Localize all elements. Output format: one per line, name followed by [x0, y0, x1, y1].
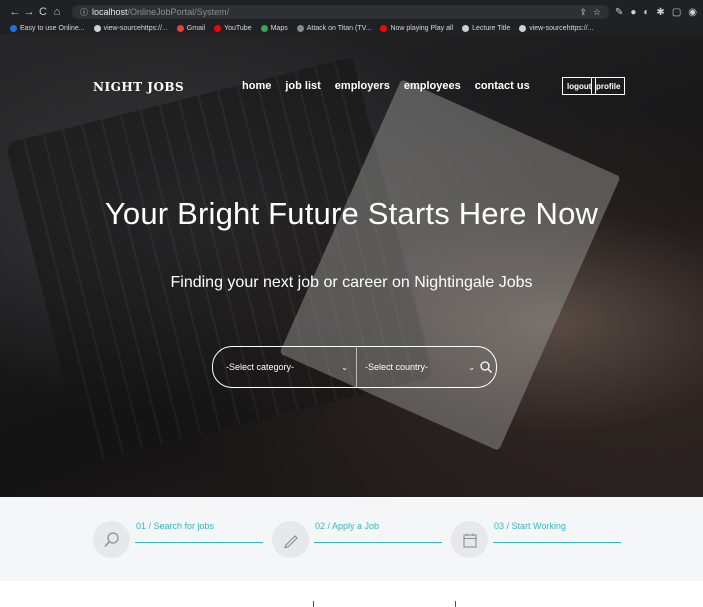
avatar[interactable]: ◉	[688, 7, 697, 18]
country-select[interactable]: -Select country- ⌄	[357, 347, 477, 387]
step-underline	[314, 542, 442, 543]
bookmark-label: view-sourcehttps://...	[103, 24, 168, 32]
share-icon[interactable]: ⇪	[579, 7, 587, 18]
bookmark-label: Attack on Titan (TV...	[306, 24, 372, 32]
nav-home[interactable]: home	[242, 80, 271, 92]
step-underline	[493, 542, 621, 543]
address-path: /OnlineJobPortal/System/	[127, 7, 230, 17]
bookmark-item[interactable]: view-sourcehttps://...	[519, 24, 594, 32]
address-host: localhost	[92, 7, 128, 17]
bookmark-favicon-icon	[93, 24, 101, 32]
bookmark-item[interactable]: Easy to use Online...	[10, 24, 85, 32]
info-icon[interactable]: ⓘ	[80, 7, 88, 18]
hero-overlay	[0, 35, 703, 497]
calendar-icon	[451, 521, 488, 558]
bookmark-item[interactable]: view-sourcehttps://...	[93, 24, 168, 32]
bookmark-label: Lecture Title	[472, 24, 511, 32]
bookmark-favicon-icon	[519, 24, 527, 32]
bookmark-label: Maps	[270, 24, 288, 32]
hero-headline: Your Bright Future Starts Here Now	[104, 196, 599, 231]
chevron-down-icon: ⌄	[341, 362, 348, 372]
pencil-icon	[272, 521, 309, 558]
how-it-works-steps: 01 / Search for jobs 02 / Apply a Job 03…	[0, 497, 703, 581]
next-section	[0, 581, 703, 607]
bookmark-label: Easy to use Online...	[20, 24, 85, 32]
magnifier-icon	[93, 521, 130, 558]
category-select[interactable]: -Select category- ⌄	[213, 347, 357, 387]
job-search-form: -Select category- ⌄ -Select country- ⌄	[212, 346, 497, 388]
bookmark-favicon-icon	[296, 24, 304, 32]
sidepanel-icon[interactable]: ▢	[672, 7, 681, 18]
step-label: 01 / Search for jobs	[136, 521, 215, 531]
extension-icon[interactable]: ●	[630, 7, 636, 18]
search-icon[interactable]	[479, 360, 493, 374]
nav-employers[interactable]: employers	[335, 80, 390, 92]
profile-button[interactable]: profile	[591, 77, 626, 95]
home-icon[interactable]: ⌂	[50, 6, 64, 18]
bookmark-favicon-icon	[462, 24, 470, 32]
nav-employees[interactable]: employees	[404, 80, 461, 92]
puzzle-icon[interactable]: ✱	[656, 7, 664, 18]
bookmark-item[interactable]: Now playing Play all	[380, 24, 454, 32]
hero-subline: Finding your next job or career on Night…	[170, 274, 533, 291]
hero-section: NIGHT JOBS home job list employers emplo…	[0, 35, 703, 497]
address-bar[interactable]: ⓘ localhost/OnlineJobPortal/System/ ⇪ ☆	[72, 5, 609, 19]
bookmark-item[interactable]: Maps	[260, 24, 288, 32]
divider	[455, 601, 456, 607]
site-logo[interactable]: NIGHT JOBS	[93, 80, 184, 94]
extension-icon[interactable]: ✎	[615, 7, 623, 18]
bookmark-favicon-icon	[380, 24, 388, 32]
url-row: ← → C ⌂ ⓘ localhost/OnlineJobPortal/Syst…	[0, 4, 703, 20]
bookmark-favicon-icon	[10, 24, 17, 32]
bookmark-item[interactable]: YouTube	[214, 24, 252, 32]
step-underline	[135, 542, 263, 543]
main-nav: home job list employers employees contac…	[242, 80, 530, 92]
bookmark-item[interactable]: Lecture Title	[462, 24, 511, 32]
nav-job-list[interactable]: job list	[285, 80, 320, 92]
extension-icons: ✎ ● ◐ ✱ ▢ ◉	[615, 7, 697, 18]
forward-icon[interactable]: →	[22, 6, 36, 18]
back-icon[interactable]: ←	[8, 6, 22, 18]
bookmark-favicon-icon	[260, 24, 268, 32]
bookmark-label: Now playing Play all	[390, 24, 454, 32]
bookmark-favicon-icon	[214, 24, 222, 32]
bookmark-label: view-sourcehttps://...	[529, 24, 594, 32]
bookmarks-bar: Easy to use Online... view-sourcehttps://…	[0, 21, 703, 35]
country-select-value: -Select country-	[365, 362, 429, 372]
step-label: 02 / Apply a Job	[315, 521, 380, 531]
bookmark-item[interactable]: Gmail	[176, 24, 206, 32]
bookmark-label: YouTube	[224, 24, 252, 32]
bookmark-item[interactable]: Attack on Titan (TV...	[296, 24, 372, 32]
step-label: 03 / Start Working	[494, 521, 566, 531]
bookmark-favicon-icon	[176, 24, 184, 32]
browser-toolbar: ← → C ⌂ ⓘ localhost/OnlineJobPortal/Syst…	[0, 0, 703, 35]
bookmark-label: Gmail	[186, 24, 206, 32]
divider	[313, 601, 314, 607]
reload-icon[interactable]: C	[36, 6, 50, 18]
extension-icon[interactable]: ◐	[643, 7, 649, 18]
star-icon[interactable]: ☆	[593, 7, 601, 18]
category-select-value: -Select category-	[226, 362, 295, 372]
nav-contact-us[interactable]: contact us	[475, 80, 530, 92]
chevron-down-icon: ⌄	[468, 362, 475, 372]
